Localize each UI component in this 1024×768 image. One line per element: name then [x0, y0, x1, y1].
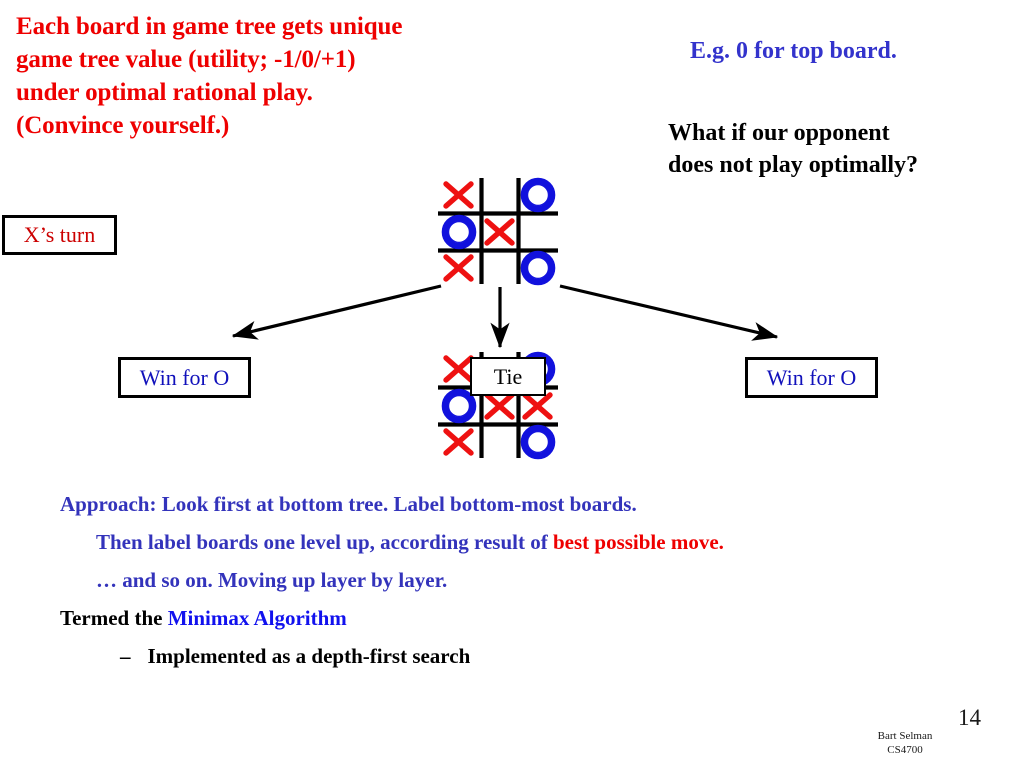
cell-mark-x [484, 218, 515, 246]
intro-line-1: Each board in game tree gets unique [16, 13, 403, 40]
tie-label: Tie [493, 363, 523, 389]
approach-line-3: … and so on. Moving up layer by layer. [60, 570, 960, 591]
minimax-algorithm-text: Minimax Algorithm [167, 606, 347, 630]
x-turn-box: X’s turn [2, 215, 117, 255]
cell-mark-x [522, 392, 553, 420]
approach-line-1-rest: Look first at bottom tree. Label bottom-… [156, 492, 637, 516]
opponent-question: What if our opponent does not play optim… [668, 118, 1018, 182]
footer-course: CS4700 [887, 743, 923, 756]
termed-the-text: Termed the [60, 606, 168, 630]
cell-mark-x [484, 392, 515, 420]
intro-line-3: under optimal rational play. [16, 79, 313, 106]
win-for-o-left-box: Win for O [118, 357, 251, 398]
example-value-heading: E.g. 0 for top board. [690, 38, 897, 64]
win-for-o-left-label: Win for O [139, 364, 230, 390]
cell-mark-o [441, 214, 477, 250]
intro-line-4: (Convince yourself.) [16, 112, 230, 139]
win-for-o-right-label: Win for O [766, 364, 857, 390]
cell-mark-o [441, 388, 477, 424]
intro-paragraph: Each board in game tree gets unique game… [16, 10, 576, 142]
cell-mark-x [443, 355, 474, 383]
cell-mark-x [443, 254, 474, 282]
question-line-2: does not play optimally? [668, 151, 919, 178]
tie-box: Tie [470, 357, 546, 396]
arrow-down-right-icon [559, 284, 779, 341]
question-line-1: What if our opponent [668, 120, 890, 146]
approach-line-2-red: best possible move. [552, 530, 724, 554]
page-number: 14 [958, 705, 981, 730]
footer-credit: Bart Selman CS4700 [845, 730, 965, 758]
approach-line-4: Termed the Minimax Algorithm [60, 608, 960, 629]
x-turn-label: X’s turn [23, 222, 96, 247]
cell-mark-x [443, 428, 474, 456]
approach-line-2: Then label boards one level up, accordin… [60, 532, 960, 553]
approach-label: Approach: [60, 492, 157, 516]
arrow-down-left-icon [231, 284, 442, 340]
cell-mark-x [443, 181, 474, 209]
approach-line-3-text: … and so on. Moving up layer by layer. [96, 568, 448, 592]
top-board [438, 177, 558, 286]
approach-line-1: Approach: Look first at bottom tree. Lab… [60, 494, 960, 515]
cell-mark-o [520, 424, 556, 460]
approach-line-5: – Implemented as a depth-first search [60, 646, 960, 667]
depth-first-search-text: Implemented as a depth-first search [147, 644, 471, 668]
win-for-o-right-box: Win for O [745, 357, 878, 398]
bullet-dash-icon: – [120, 644, 131, 668]
cell-mark-o [520, 250, 556, 286]
cell-mark-o [520, 177, 556, 213]
approach-line-2-blue: Then label boards one level up, accordin… [96, 530, 553, 554]
approach-text-block: Approach: Look first at bottom tree. Lab… [60, 494, 960, 684]
intro-line-2: game tree value (utility; -1/0/+1) [16, 46, 356, 73]
footer-author: Bart Selman [877, 730, 933, 742]
